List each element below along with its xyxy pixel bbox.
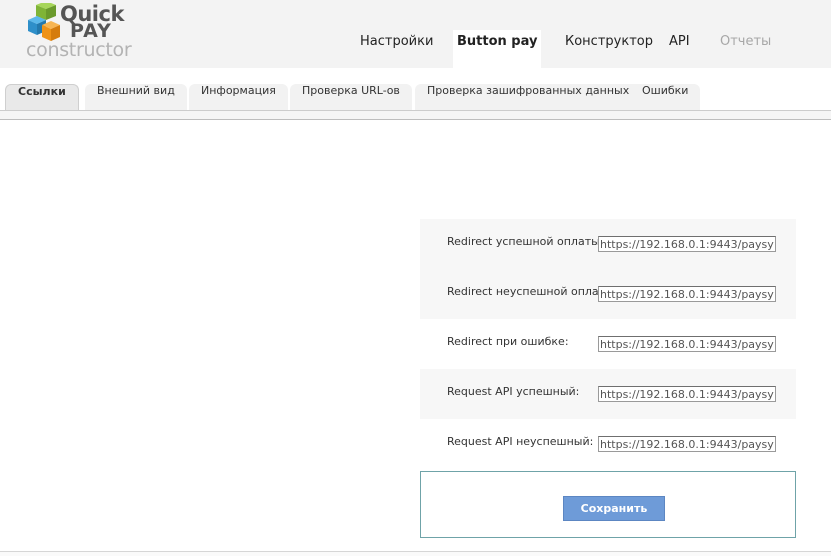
redirect-success-input[interactable] (598, 236, 776, 252)
header: Quick PAY constructor Настройки Button p… (0, 0, 831, 68)
redirect-error-input[interactable] (598, 336, 776, 352)
redirect-fail-input[interactable] (598, 286, 776, 302)
form-row-request-api-success: Request API успешный: (420, 369, 796, 419)
tab-bar: Ссылки Внешний вид Информация Проверка U… (0, 84, 831, 111)
field-label: Request API успешный: (447, 385, 580, 398)
tab-information[interactable]: Информация (189, 84, 288, 110)
quickpay-logo[interactable]: Quick PAY constructor (26, 2, 146, 61)
request-api-success-input[interactable] (598, 386, 776, 402)
links-form: Redirect успешной оплаты: Redirect неусп… (420, 219, 796, 469)
nav-item-settings[interactable]: Настройки (360, 32, 433, 68)
field-label: Redirect неуспешной оплаты: (447, 285, 618, 298)
save-panel: Сохранить (420, 471, 796, 538)
form-row-redirect-success: Redirect успешной оплаты: (420, 219, 796, 269)
tab-encrypted-data-check[interactable]: Проверка зашифрованных данных (415, 84, 642, 110)
nav-item-constructor[interactable]: Конструктор (565, 32, 653, 68)
tab-appearance[interactable]: Внешний вид (85, 84, 187, 110)
nav-item-api[interactable]: API (669, 32, 690, 68)
app-window: Quick PAY constructor Настройки Button p… (0, 0, 831, 556)
logo-text-constructor: constructor (26, 39, 132, 61)
footer-divider (0, 551, 831, 556)
logo-cubes-icon (28, 3, 60, 41)
form-row-redirect-fail: Redirect неуспешной оплаты: (420, 269, 796, 319)
form-row-redirect-error: Redirect при ошибке: (420, 319, 796, 369)
field-label: Request API неуспешный: (447, 435, 594, 448)
save-button[interactable]: Сохранить (563, 496, 665, 521)
field-label: Redirect при ошибке: (447, 335, 569, 348)
request-api-fail-input[interactable] (598, 436, 776, 452)
tab-url-check[interactable]: Проверка URL-ов (290, 84, 412, 110)
tab-divider (0, 110, 831, 120)
field-label: Redirect успешной оплаты: (447, 235, 604, 248)
nav-item-button-pay[interactable]: Button pay (453, 30, 542, 68)
tab-links[interactable]: Ссылки (5, 84, 79, 111)
nav-item-reports[interactable]: Отчеты (720, 32, 771, 68)
form-row-request-api-fail: Request API неуспешный: (420, 419, 796, 469)
tab-errors[interactable]: Ошибки (630, 84, 701, 110)
